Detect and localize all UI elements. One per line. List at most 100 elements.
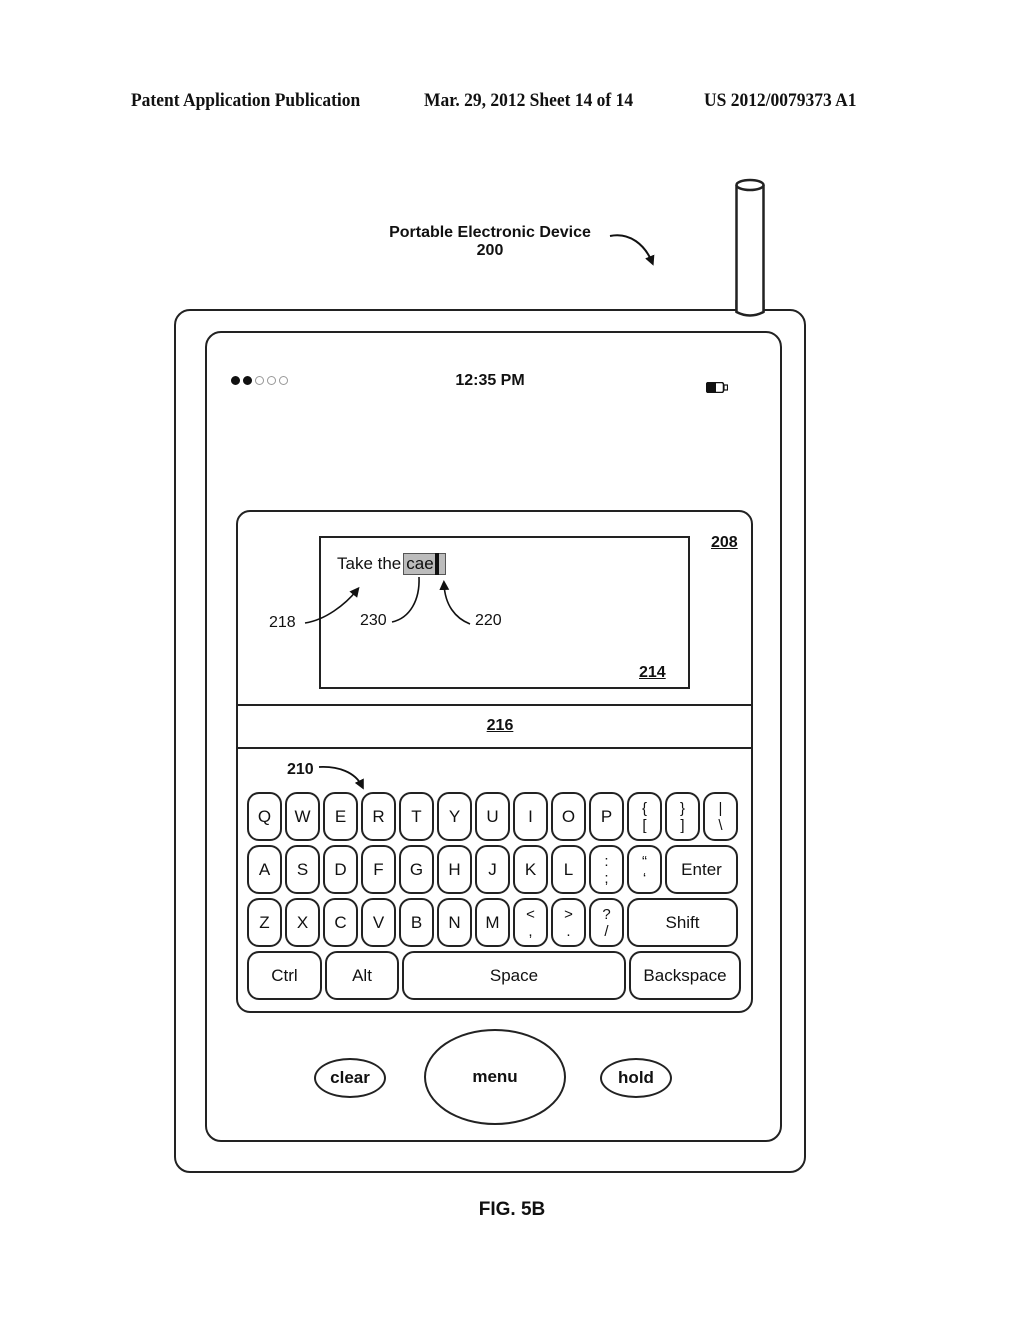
key-top-symbol: > <box>564 905 573 923</box>
text-cursor <box>434 553 439 575</box>
menu-button[interactable]: menu <box>424 1029 566 1125</box>
key-label: C <box>334 912 347 932</box>
key-top-symbol: : <box>604 852 609 870</box>
date-sheet-label: Mar. 29, 2012 Sheet 14 of 14 <box>424 90 634 111</box>
battery-icon <box>706 382 728 393</box>
key-label: W <box>294 806 311 826</box>
key-y[interactable]: Y <box>437 792 472 841</box>
key-label: Backspace <box>643 965 727 985</box>
key-space[interactable]: Space <box>402 951 626 1000</box>
text-area-ref-label: 214 <box>639 664 666 681</box>
key-label: H <box>448 859 461 879</box>
key-symbol[interactable]: ? / <box>589 898 624 947</box>
key-top-symbol: “ <box>642 852 647 870</box>
key-z[interactable]: Z <box>247 898 282 947</box>
key-w[interactable]: W <box>285 792 320 841</box>
highlighted-word-text: cae <box>406 554 434 573</box>
key-s[interactable]: S <box>285 845 320 894</box>
key-label: L <box>563 859 574 879</box>
key-r[interactable]: R <box>361 792 396 841</box>
antenna-icon <box>735 178 765 316</box>
key-e[interactable]: E <box>323 792 358 841</box>
key-label: R <box>372 806 385 826</box>
key-enter[interactable]: Enter <box>665 845 738 894</box>
key-symbol[interactable]: “‘ <box>627 845 662 894</box>
hold-button-label: hold <box>618 1068 654 1087</box>
keyboard-row-2: A S D F G H J K L:; “‘Enter <box>247 845 741 894</box>
keyboard-row-1: Q W E R T Y U I O P{[}] | \ <box>247 792 741 841</box>
suggestion-bar[interactable] <box>238 707 751 747</box>
key-n[interactable]: N <box>437 898 472 947</box>
hold-button[interactable]: hold <box>600 1058 672 1098</box>
key-a[interactable]: A <box>247 845 282 894</box>
figure-label: FIG. 5B <box>478 1199 546 1220</box>
device-title: Portable Electronic Device 200 <box>360 224 620 260</box>
key-bottom-symbol: ] <box>680 816 685 834</box>
key-ctrl[interactable]: Ctrl <box>247 951 322 1000</box>
key-p[interactable]: P <box>589 792 624 841</box>
key-label: J <box>488 859 497 879</box>
key-top-symbol: } <box>679 799 685 817</box>
key-f[interactable]: F <box>361 845 396 894</box>
device-title-text: Portable Electronic Device <box>389 224 591 241</box>
key-u[interactable]: U <box>475 792 510 841</box>
key-c[interactable]: C <box>323 898 358 947</box>
key-bottom-symbol: ‘ <box>642 869 647 887</box>
key-label: G <box>409 859 424 879</box>
key-symbol[interactable]: >. <box>551 898 586 947</box>
typed-text: Take the cae <box>337 553 446 575</box>
highlighted-word[interactable]: cae <box>403 553 446 575</box>
key-label: F <box>373 859 384 879</box>
key-k[interactable]: K <box>513 845 548 894</box>
key-q[interactable]: Q <box>247 792 282 841</box>
key-label: B <box>410 912 423 932</box>
key-symbol[interactable]: {[ <box>627 792 662 841</box>
antenna-base-icon <box>735 300 765 317</box>
key-label: I <box>528 806 533 826</box>
key-j[interactable]: J <box>475 845 510 894</box>
callout-220: 220 <box>475 612 502 629</box>
key-label: V <box>372 912 385 932</box>
key-g[interactable]: G <box>399 845 434 894</box>
signal-dot-icon <box>243 376 252 385</box>
key-label: K <box>524 859 537 879</box>
key-x[interactable]: X <box>285 898 320 947</box>
device-ref-number: 200 <box>476 242 504 259</box>
divider <box>237 704 752 706</box>
clear-button[interactable]: clear <box>314 1058 386 1098</box>
key-label: Space <box>489 965 539 985</box>
key-b[interactable]: B <box>399 898 434 947</box>
key-i[interactable]: I <box>513 792 548 841</box>
key-v[interactable]: V <box>361 898 396 947</box>
key-label: O <box>561 806 576 826</box>
key-t[interactable]: T <box>399 792 434 841</box>
key-symbol[interactable]: | \ <box>703 792 738 841</box>
key-backspace[interactable]: Backspace <box>629 951 741 1000</box>
key-symbol[interactable]: <, <box>513 898 548 947</box>
key-label: Shift <box>665 912 700 932</box>
key-label: E <box>334 806 347 826</box>
key-h[interactable]: H <box>437 845 472 894</box>
key-shift[interactable]: Shift <box>627 898 738 947</box>
key-bottom-symbol: [ <box>642 816 647 834</box>
signal-dot-icon <box>231 376 240 385</box>
key-l[interactable]: L <box>551 845 586 894</box>
key-top-symbol: | <box>718 799 723 817</box>
key-label: M <box>485 912 500 932</box>
key-symbol[interactable]: }] <box>665 792 700 841</box>
key-bottom-symbol: . <box>566 922 571 940</box>
key-top-symbol: ? <box>602 905 611 923</box>
key-label: P <box>600 806 613 826</box>
signal-dot-icon <box>279 376 288 385</box>
key-o[interactable]: O <box>551 792 586 841</box>
key-alt[interactable]: Alt <box>325 951 399 1000</box>
key-m[interactable]: M <box>475 898 510 947</box>
key-label: Y <box>448 806 461 826</box>
key-symbol[interactable]: :; <box>589 845 624 894</box>
key-label: Q <box>257 806 272 826</box>
key-label: Enter <box>681 859 722 879</box>
key-d[interactable]: D <box>323 845 358 894</box>
status-time: 12:35 PM <box>455 372 525 389</box>
key-bottom-symbol: , <box>528 922 533 940</box>
clear-button-label: clear <box>330 1068 370 1087</box>
